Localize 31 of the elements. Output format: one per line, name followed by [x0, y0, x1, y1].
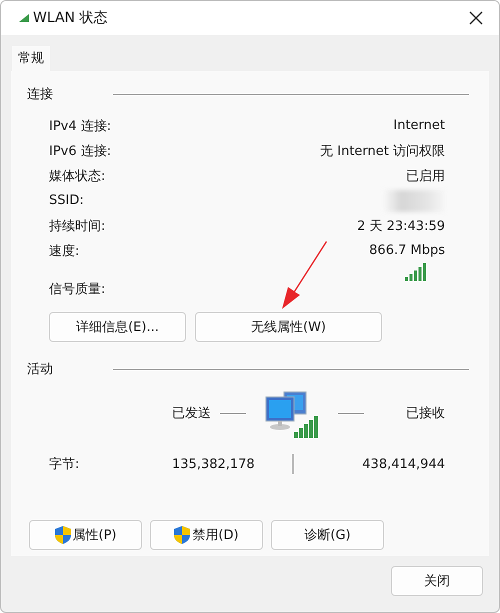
sent-label: 已发送 — [172, 405, 212, 422]
field-label: 速度: — [49, 242, 80, 260]
dialog-button[interactable]: 详细信息(E)... — [49, 312, 186, 342]
bytes-received: 438,414,944 — [361, 456, 445, 472]
section-heading: 连接 — [27, 86, 54, 103]
signal-bars-icon — [405, 263, 427, 281]
dialog-button[interactable]: 无线属性(W) — [195, 312, 382, 342]
field-value: 2 天 23:43:59 — [357, 218, 445, 234]
field-label: IPv6 连接: — [49, 142, 112, 160]
dialog-button[interactable]: 禁用(D) — [150, 520, 263, 550]
signal-icon — [19, 14, 29, 22]
annotation-arrow — [280, 239, 330, 311]
field-label: 信号质量: — [49, 281, 106, 298]
field-label: 媒体状态: — [49, 168, 106, 184]
field-label: SSID: — [49, 193, 84, 208]
window-title: WLAN 状态 — [33, 9, 108, 27]
field-label: IPv4 连接: — [49, 118, 112, 134]
tab[interactable]: 常规 — [11, 45, 51, 71]
field-label: 持续时间: — [49, 218, 106, 234]
field-value: Internet — [393, 118, 445, 133]
bytes-sent: 135,382,178 — [172, 456, 256, 472]
dialog-button[interactable]: 属性(P) — [29, 520, 142, 550]
received-label: 已接收 — [406, 405, 445, 422]
bytes-label: 字节: — [49, 456, 80, 473]
field-value: 866.7 Mbps — [369, 243, 445, 258]
field-value: 无 Internet 访问权限 — [320, 142, 445, 160]
close-icon[interactable] — [469, 11, 483, 25]
section-heading: 活动 — [27, 361, 54, 378]
dialog-button[interactable]: 诊断(G) — [271, 520, 384, 550]
field-value: 已启用 — [406, 168, 445, 184]
close-button[interactable]: 关闭 — [391, 566, 483, 596]
